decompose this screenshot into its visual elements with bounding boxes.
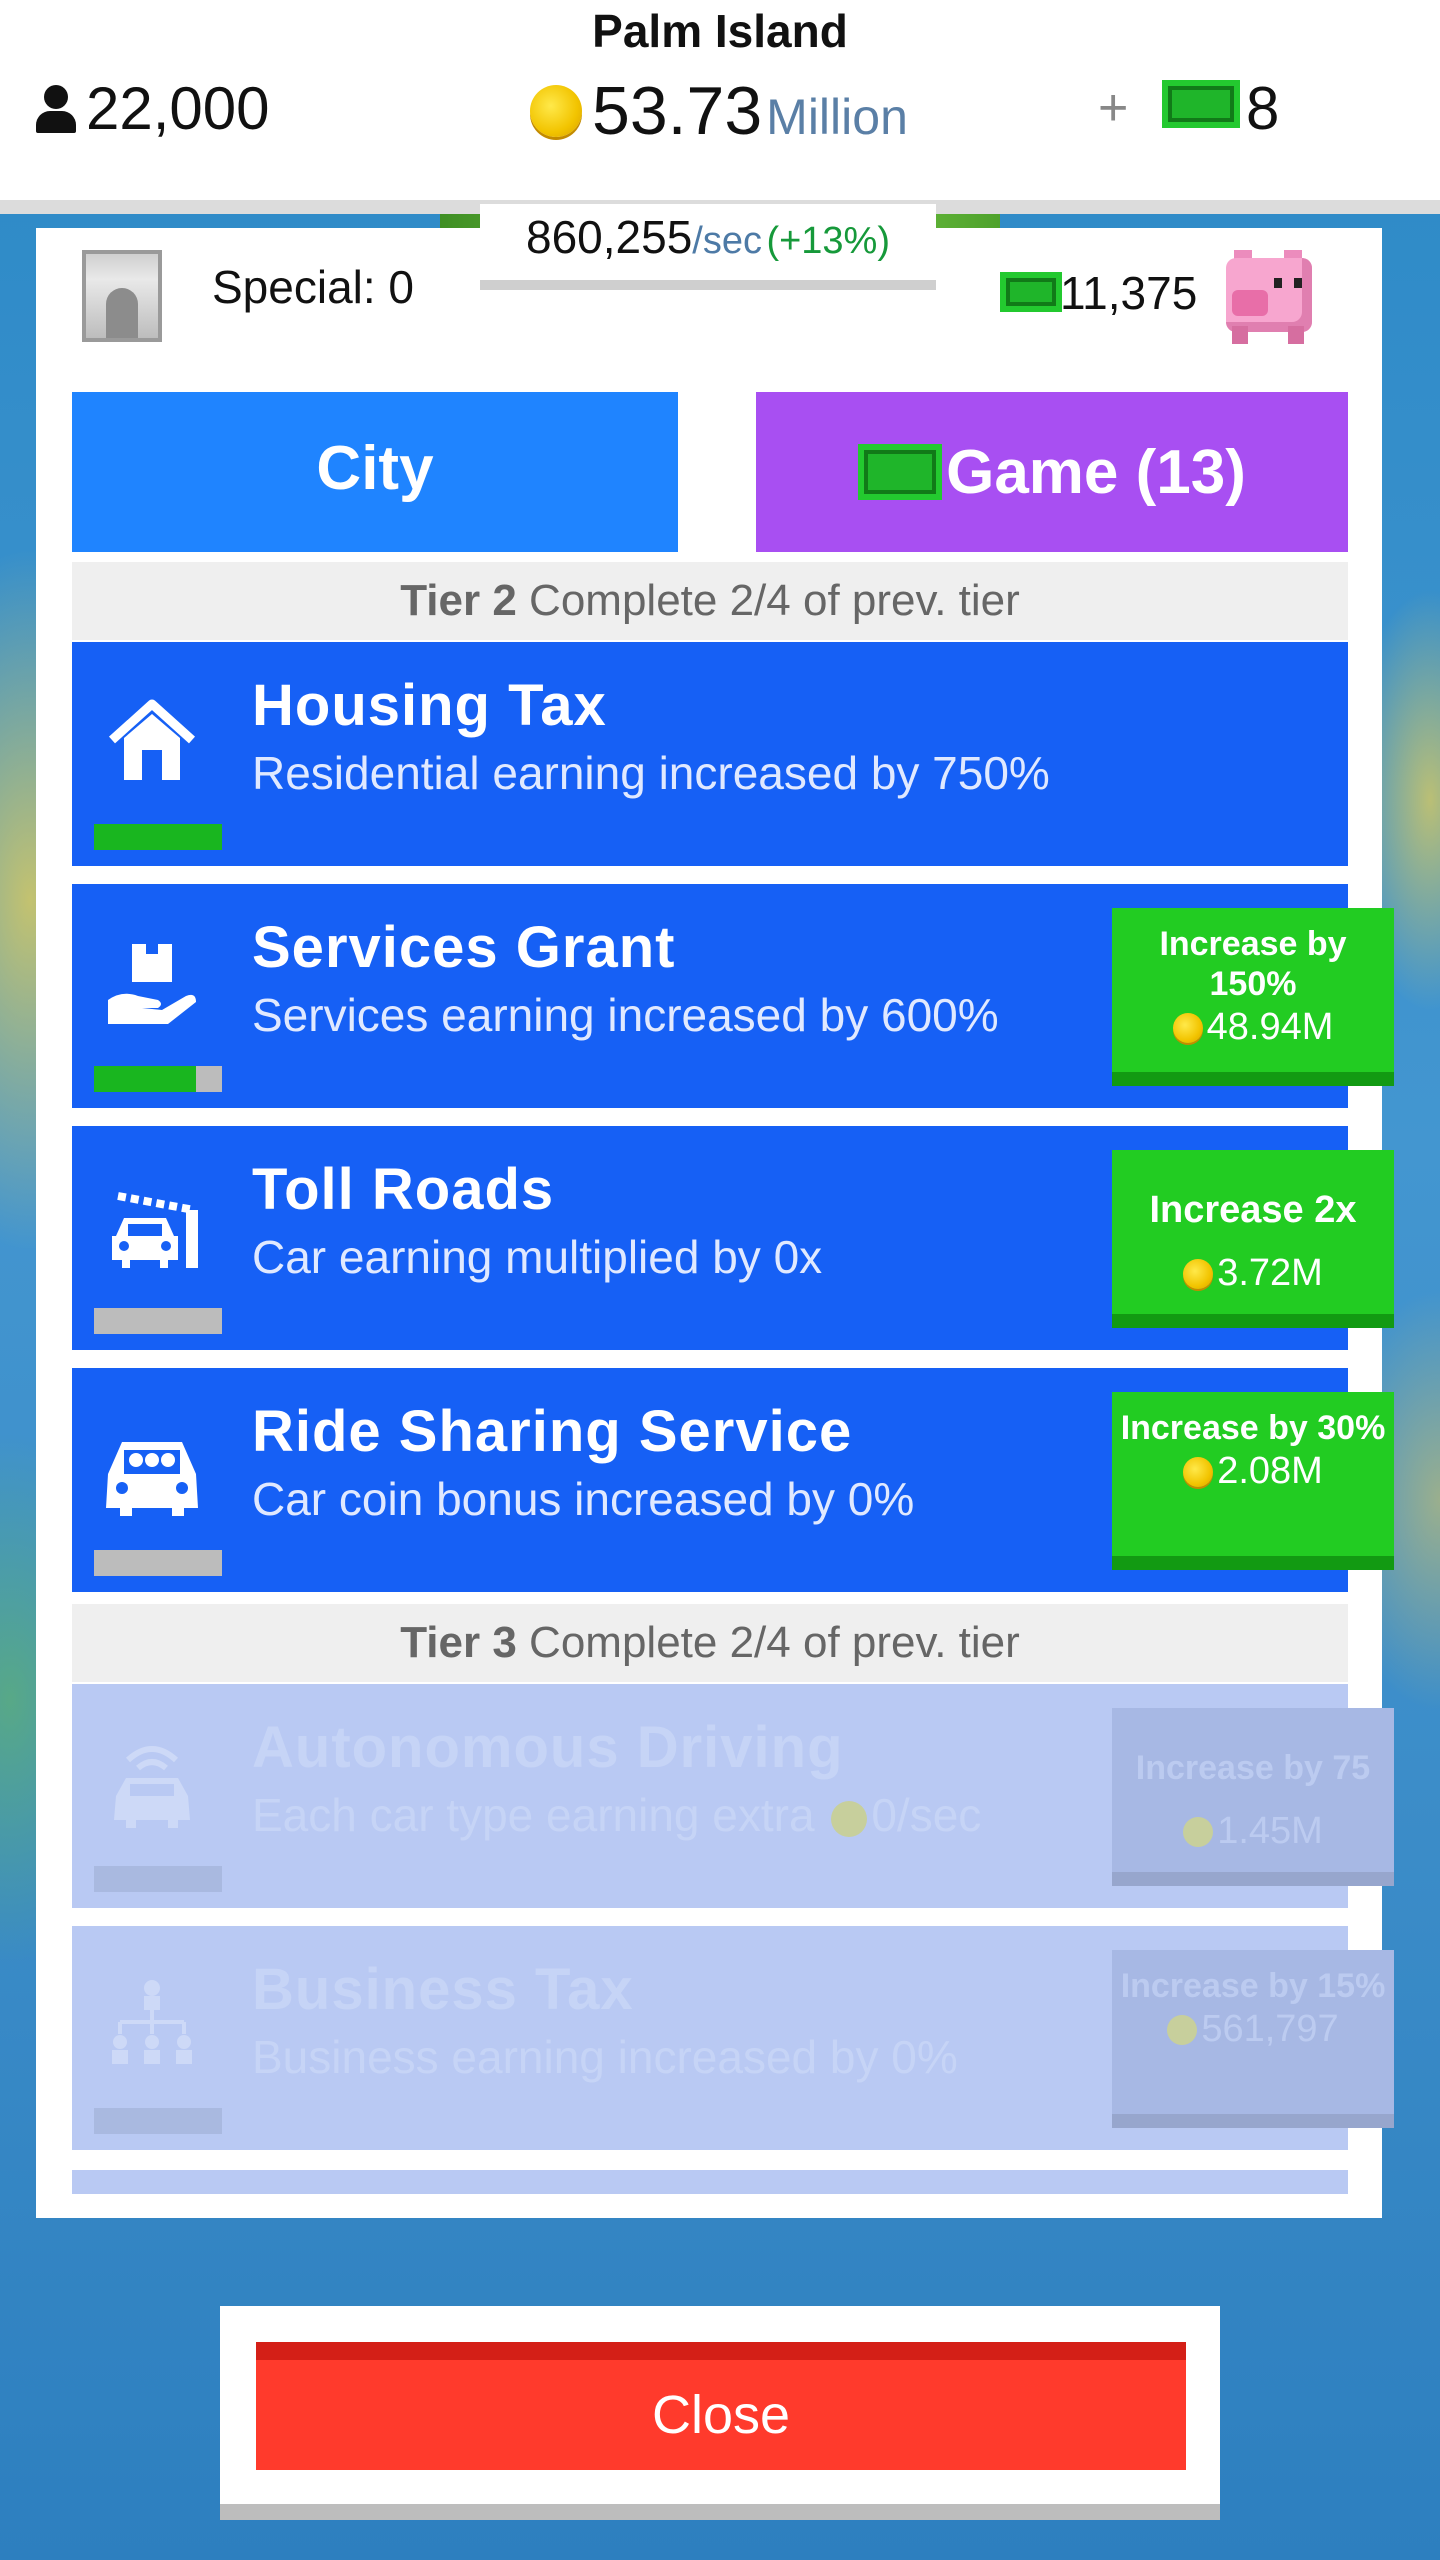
upgrade-description: Business earning increased by 0% <box>252 2031 958 2083</box>
increase-button-label: Increase by 75 <box>1135 1749 1371 1787</box>
tab-city[interactable]: City <box>72 392 678 552</box>
increase-button[interactable]: Increase by 150% 48.94M <box>1112 908 1394 1086</box>
tab-game-label: Game (13) <box>946 437 1246 507</box>
cash-icon <box>858 444 943 500</box>
coin-icon <box>1183 1456 1214 1487</box>
increase-button-cost: 48.94M <box>1206 1006 1334 1048</box>
upgrade-row-locked: Business Tax Business earning increased … <box>72 1926 1394 2150</box>
increase-button[interactable]: Increase by 30% 2.08M <box>1112 1392 1394 1570</box>
increase-button-label: Increase by 150% <box>1159 925 1347 1003</box>
increase-button: Increase by 15% 561,797 <box>1112 1950 1394 2128</box>
tier-name: Tier 3 <box>400 1618 517 1667</box>
upgrade-description: Residential earning increased by 750% <box>252 747 1050 799</box>
tier-header: Tier 2 Complete 2/4 of prev. tier <box>72 562 1348 640</box>
close-panel: Close <box>220 2306 1220 2520</box>
coin-icon <box>1167 2014 1198 2045</box>
arch-monument-icon <box>82 250 162 342</box>
piggy-bank-icon[interactable] <box>1218 246 1318 346</box>
upgrade-row[interactable]: Housing Tax Residential earning increase… <box>72 642 1348 866</box>
income-rate-value: 860,255 <box>526 211 693 263</box>
upgrade-row[interactable]: Services Grant Services earning increase… <box>72 884 1394 1108</box>
add-cash-button[interactable]: + <box>1098 78 1128 138</box>
increase-button: Increase by 75 1.45M <box>1112 1708 1394 1886</box>
top-bar: Palm Island 22,000 53.73 Million + 8 <box>0 0 1440 214</box>
shared-car-icon <box>106 1442 198 1516</box>
increase-button-label: Increase 2x <box>1149 1189 1357 1231</box>
upgrade-progress <box>94 824 222 850</box>
tab-game[interactable]: Game (13) <box>756 392 1348 552</box>
cash-balance: 11,375 <box>1060 267 1198 319</box>
house-icon <box>108 699 196 780</box>
income-rate: 860,255/sec (+13%) <box>480 204 936 290</box>
upgrade-title: Business Tax <box>252 1957 634 2022</box>
coin-counter: 53.73 Million <box>530 72 908 150</box>
coin-icon <box>1183 1258 1214 1289</box>
increase-button-label: Increase by 30% <box>1120 1409 1386 1447</box>
income-rate-unit: /sec <box>692 220 762 262</box>
org-chart-icon <box>112 1980 192 2064</box>
island-name[interactable]: Palm Island <box>0 4 1440 58</box>
tier-name: Tier 2 <box>400 576 517 625</box>
upgrade-description: Each car type earning extra 0/sec <box>252 1789 982 1841</box>
cash-icon <box>1000 272 1062 312</box>
increase-button-cost: 3.72M <box>1217 1252 1323 1294</box>
upgrade-title: Services Grant <box>252 915 676 980</box>
upgrade-progress <box>94 1866 222 1892</box>
coin-icon <box>530 85 582 137</box>
upgrade-title: Autonomous Driving <box>252 1715 844 1780</box>
coin-icon <box>831 1800 868 1837</box>
increase-button-cost: 2.08M <box>1217 1450 1323 1492</box>
upgrade-progress <box>94 2108 222 2134</box>
population-counter: 22,000 <box>34 74 270 143</box>
toll-gate-car-icon <box>112 1192 198 1268</box>
increase-button-cost: 561,797 <box>1201 2008 1339 2050</box>
upgrade-title: Housing Tax <box>252 673 607 738</box>
coin-value: 53.73 <box>592 73 763 149</box>
close-button[interactable]: Close <box>256 2342 1186 2470</box>
tier-header: Tier 3 Complete 2/4 of prev. tier <box>72 1604 1348 1682</box>
income-rate-bonus: (+13%) <box>766 220 890 262</box>
coin-unit: Million <box>766 89 908 145</box>
coin-icon <box>1183 1816 1214 1847</box>
cash-value: 8 <box>1246 75 1280 142</box>
upgrade-progress <box>94 1066 222 1092</box>
hand-box-icon <box>108 944 196 1024</box>
coin-icon <box>1172 1012 1203 1043</box>
tier-requirement: Complete 2/4 of prev. tier <box>529 1618 1020 1667</box>
upgrade-description: Car coin bonus increased by 0% <box>252 1473 915 1525</box>
wireless-car-icon <box>114 1746 190 1828</box>
population-value: 22,000 <box>86 75 270 142</box>
increase-button-cost: 1.45M <box>1217 1810 1323 1852</box>
upgrade-description: Car earning multiplied by 0x <box>252 1231 823 1283</box>
increase-button-label: Increase by 15% <box>1120 1967 1386 2005</box>
upgrade-description: Services earning increased by 600% <box>252 989 999 1041</box>
upgrade-row-partial <box>72 2170 1348 2194</box>
upgrade-progress <box>94 1550 222 1576</box>
cash-icon <box>1162 80 1240 128</box>
increase-button[interactable]: Increase 2x 3.72M <box>1112 1150 1394 1328</box>
upgrade-progress <box>94 1308 222 1334</box>
upgrade-title: Toll Roads <box>252 1157 555 1222</box>
upgrade-title: Ride Sharing Service <box>252 1399 853 1464</box>
special-counter: Special: 0 <box>212 261 415 313</box>
person-icon <box>34 84 78 133</box>
upgrade-row[interactable]: Toll Roads Car earning multiplied by 0x … <box>72 1126 1394 1350</box>
upgrade-row[interactable]: Ride Sharing Service Car coin bonus incr… <box>72 1368 1394 1592</box>
tier-requirement: Complete 2/4 of prev. tier <box>529 576 1020 625</box>
upgrade-row-locked: Autonomous Driving Each car type earning… <box>72 1684 1394 1908</box>
